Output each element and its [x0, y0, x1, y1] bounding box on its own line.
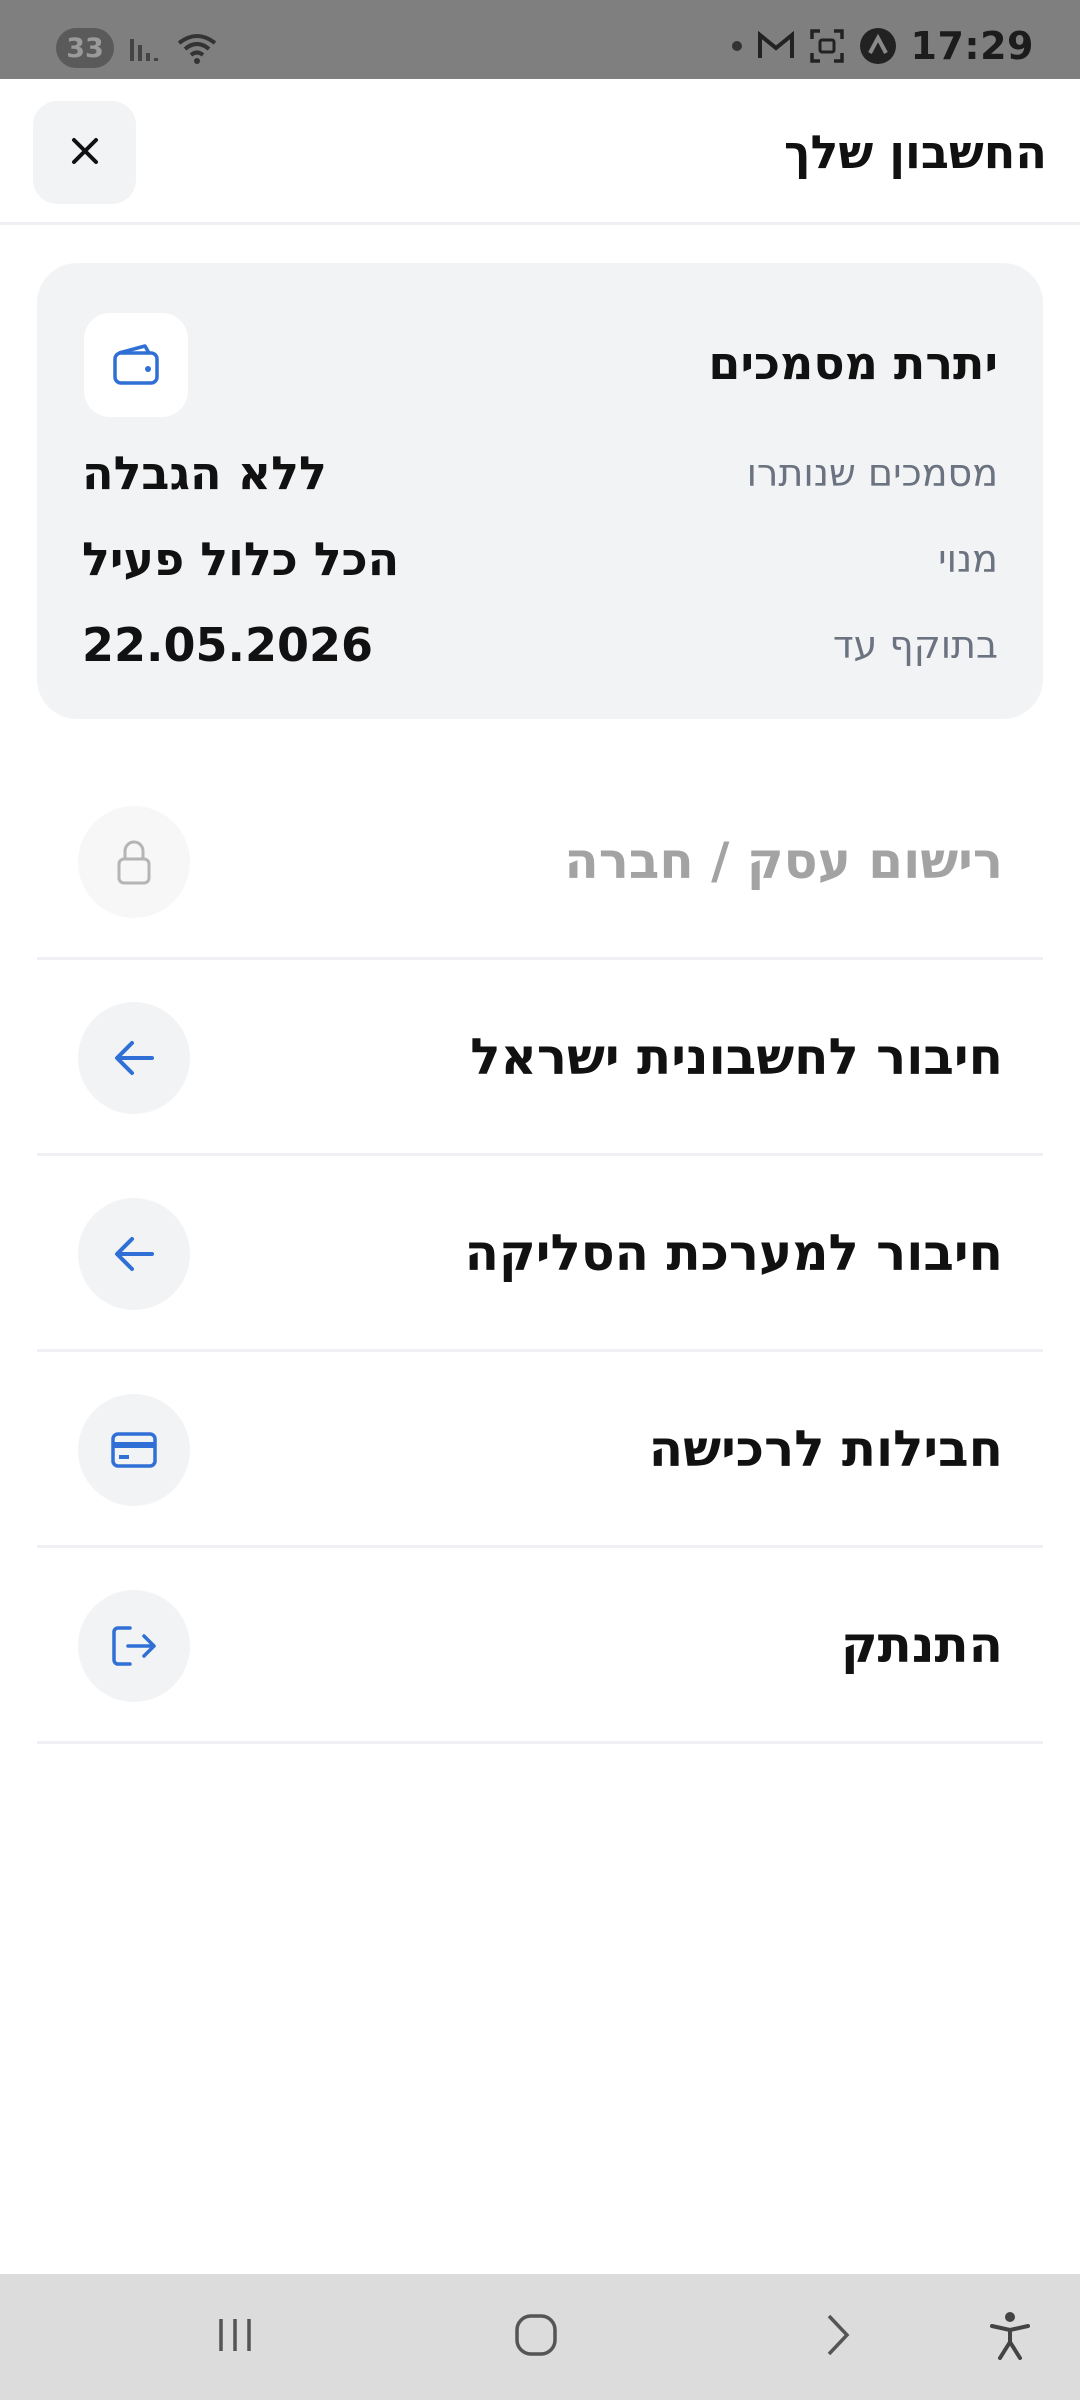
menu-item-label: התנתק — [840, 1615, 1003, 1674]
header: החשבון שלך — [0, 79, 1080, 225]
lock-icon — [78, 806, 190, 918]
accessibility-button[interactable] — [975, 2302, 1045, 2372]
chevron-right-icon — [817, 2312, 857, 2362]
recent-apps-button[interactable] — [200, 2302, 270, 2372]
menu-item-business-registration[interactable]: רישום עסק / חברה — [37, 764, 1043, 960]
close-icon — [68, 134, 102, 172]
card-row-label: מסמכים שנותרו — [746, 451, 998, 495]
card-row-value: הכל כלול פעיל — [82, 532, 400, 586]
card-row-valid-until: בתוקף עד 22.05.2026 — [82, 615, 998, 675]
card-row-documents-left: מסמכים שנותרו ללא הגבלה — [82, 443, 998, 503]
logout-icon — [78, 1590, 190, 1702]
app-notification-icon — [859, 27, 897, 65]
credit-card-icon — [78, 1394, 190, 1506]
recent-apps-icon — [213, 2313, 257, 2361]
status-bar: 33 17:29 — [0, 0, 1080, 79]
screenshot-icon — [809, 28, 845, 64]
menu-item-label: חיבור למערכת הסליקה — [464, 1223, 1003, 1282]
wifi-icon — [176, 31, 218, 65]
menu-item-packages-for-purchase[interactable]: חבילות לרכישה — [37, 1352, 1043, 1548]
gmail-icon — [757, 31, 795, 61]
card-row-subscription: מנוי הכל כלול פעיל — [82, 529, 998, 589]
page-title: החשבון שלך — [783, 125, 1047, 179]
clock: 17:29 — [910, 24, 1034, 68]
arrow-left-icon — [78, 1002, 190, 1114]
document-balance-card: יתרת מסמכים מסמכים שנותרו ללא הגבלה מנוי… — [37, 263, 1043, 719]
card-row-value: ללא הגבלה — [82, 446, 327, 500]
home-icon — [513, 2312, 559, 2362]
wallet-icon — [84, 313, 188, 417]
arrow-left-icon — [78, 1198, 190, 1310]
signal-icon — [128, 33, 162, 63]
card-row-label: בתוקף עד — [832, 623, 998, 667]
home-button[interactable] — [501, 2302, 571, 2372]
accessibility-icon — [988, 2310, 1032, 2364]
back-button[interactable] — [802, 2302, 872, 2372]
notification-count-badge: 33 — [56, 28, 114, 68]
system-nav-bar — [0, 2274, 1080, 2400]
card-row-value: 22.05.2026 — [82, 618, 374, 672]
menu-item-label: חבילות לרכישה — [648, 1419, 1003, 1478]
menu-item-connect-clearing-system[interactable]: חיבור למערכת הסליקה — [37, 1156, 1043, 1352]
menu-item-label: חיבור לחשבונית ישראל — [470, 1027, 1003, 1086]
dot-icon — [731, 40, 743, 52]
close-button[interactable] — [33, 101, 136, 204]
card-row-label: מנוי — [938, 537, 998, 581]
card-title: יתרת מסמכים — [708, 336, 998, 390]
menu-item-label: רישום עסק / חברה — [564, 831, 1003, 890]
menu-item-logout[interactable]: התנתק — [37, 1548, 1043, 1744]
menu-item-connect-israel-invoice[interactable]: חיבור לחשבונית ישראל — [37, 960, 1043, 1156]
